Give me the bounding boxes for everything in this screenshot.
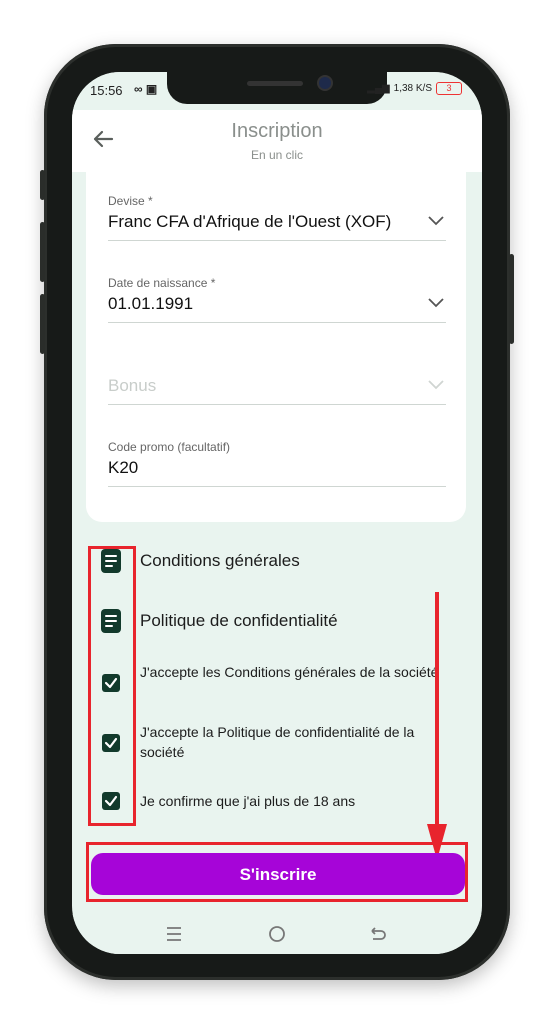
- battery-icon: 3: [436, 82, 462, 95]
- chevron-down-icon: [428, 380, 444, 390]
- android-nav-bar: [72, 914, 482, 954]
- speaker-grill: [247, 81, 303, 86]
- currency-value: Franc CFA d'Afrique de l'Ouest (XOF): [108, 212, 392, 231]
- arrow-down-icon: [427, 592, 447, 860]
- phone-power-button: [509, 254, 514, 344]
- page-title: Inscription: [231, 120, 323, 142]
- accept-terms-label: J'accepte les Conditions générales de la…: [140, 664, 439, 680]
- birthdate-label: Date de naissance *: [108, 276, 216, 290]
- app-screen: 15:56 ∞ ▣ ▂▄▆ 1,38 K/S 3 Inscription En …: [72, 72, 482, 954]
- age-confirm-label: Je confirme que j'ai plus de 18 ans: [140, 793, 356, 809]
- privacy-policy-link-label: Politique de confidentialité: [140, 611, 338, 630]
- highlight-box-checkboxes: [88, 546, 136, 826]
- terms-link-label: Conditions générales: [140, 551, 300, 570]
- accept-privacy-label: J'accepte la Politique de confidentialit…: [140, 724, 415, 760]
- chevron-down-icon: [428, 298, 444, 308]
- status-time: 15:56: [90, 83, 123, 98]
- bonus-placeholder: Bonus: [108, 376, 157, 395]
- accept-terms-checkbox-row[interactable]: J'accepte les Conditions générales de la…: [98, 662, 458, 702]
- back-curve-icon[interactable]: [366, 922, 390, 946]
- currency-label: Devise *: [108, 194, 153, 208]
- bonus-select[interactable]: Bonus: [108, 358, 446, 405]
- birthdate-value: 01.01.1991: [108, 294, 194, 313]
- registration-form: Devise * Franc CFA d'Afrique de l'Ouest …: [86, 172, 466, 522]
- home-circle-icon[interactable]: [265, 922, 289, 946]
- signal-icon: ▂▄▆: [367, 83, 390, 94]
- page-header: Inscription En un clic: [72, 110, 482, 172]
- page-subtitle: En un clic: [250, 148, 304, 162]
- phone-side-button: [40, 170, 45, 200]
- phone-volume-up-button: [40, 222, 45, 282]
- status-left-icons: ∞ ▣: [134, 82, 158, 96]
- register-button[interactable]: S'inscrire: [91, 853, 465, 895]
- promo-label: Code promo (facultatif): [108, 440, 231, 454]
- chevron-down-icon: [428, 216, 444, 226]
- network-speed: 1,38 K/S: [393, 83, 432, 94]
- promo-value: K20: [108, 458, 139, 477]
- accept-privacy-checkbox-row[interactable]: J'accepte la Politique de confidentialit…: [98, 722, 458, 762]
- phone-volume-down-button: [40, 294, 45, 354]
- promo-code-input[interactable]: Code promo (facultatif) K20: [108, 440, 446, 487]
- status-bar: 15:56 ∞ ▣ ▂▄▆ 1,38 K/S 3: [72, 72, 482, 110]
- phone-notch: [167, 72, 387, 104]
- currency-select[interactable]: Devise * Franc CFA d'Afrique de l'Ouest …: [108, 194, 446, 241]
- front-camera: [319, 77, 331, 89]
- menu-icon[interactable]: [162, 922, 186, 946]
- status-right-icons: ▂▄▆ 1,38 K/S 3: [367, 82, 462, 95]
- birthdate-select[interactable]: Date de naissance * 01.01.1991: [108, 276, 446, 323]
- age-confirm-checkbox-row[interactable]: Je confirme que j'ai plus de 18 ans: [98, 790, 458, 814]
